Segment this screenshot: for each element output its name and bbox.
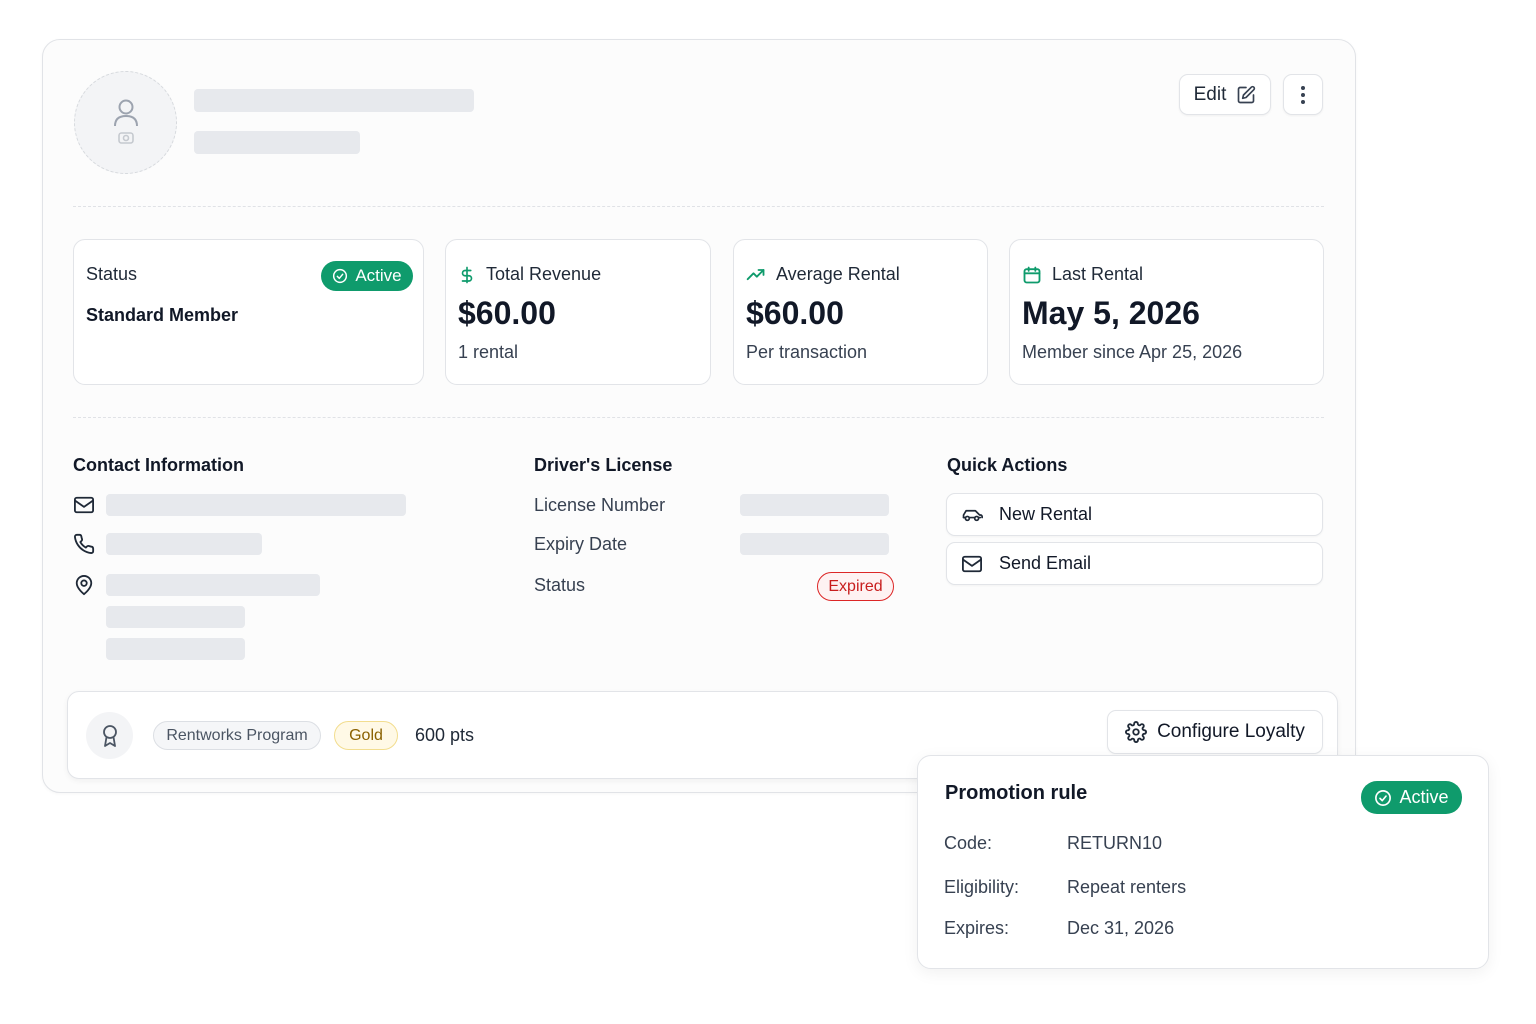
car-icon (962, 509, 983, 521)
name-skeleton (194, 89, 474, 112)
more-vertical-icon (1301, 85, 1305, 104)
phone-icon (74, 533, 95, 554)
send-email-label: Send Email (999, 553, 1092, 573)
quick-actions-title: Quick Actions (947, 455, 1068, 475)
license-number-skeleton (740, 494, 889, 516)
drivers-license-title: Driver's License (534, 455, 673, 475)
average-rental-value: $60.00 (746, 295, 844, 331)
loyalty-program-tag: Rentworks Program (153, 721, 321, 750)
promotion-expires-label: Expires: (944, 918, 1010, 938)
license-number-label: License Number (534, 495, 666, 515)
address-skeleton-line-2 (106, 606, 245, 628)
check-circle-icon (333, 268, 348, 284)
gear-icon (1125, 721, 1148, 743)
map-pin-icon (75, 575, 93, 596)
promotion-eligibility-label: Eligibility: (944, 877, 1020, 897)
expired-badge: Expired (817, 572, 894, 601)
edit-icon (1238, 85, 1256, 103)
configure-loyalty-button[interactable]: Configure Loyalty (1107, 710, 1323, 754)
total-revenue-sub: 1 rental (458, 342, 519, 362)
last-rental-label: Last Rental (1052, 264, 1144, 284)
expiry-date-label: Expiry Date (534, 534, 628, 554)
contact-information-title: Contact Information (73, 455, 244, 475)
expiry-date-skeleton (740, 533, 889, 555)
phone-skeleton (106, 533, 262, 555)
average-rental-sub: Per transaction (746, 342, 868, 362)
new-rental-button[interactable]: New Rental (946, 493, 1323, 536)
loyalty-points: 600 pts (415, 725, 475, 745)
check-circle-icon (1375, 789, 1392, 806)
divider (73, 206, 1324, 207)
status-card-label: Status (86, 264, 138, 284)
address-skeleton-line-3 (106, 638, 245, 660)
membership-type: Standard Member (86, 305, 239, 325)
promotion-eligibility-value: Repeat renters (1067, 877, 1187, 897)
member-since: Member since Apr 25, 2026 (1022, 342, 1243, 362)
award-icon (102, 724, 117, 747)
mail-icon (962, 555, 982, 572)
calendar-icon (1023, 266, 1041, 283)
total-revenue-value: $60.00 (458, 295, 556, 331)
last-rental-value: May 5, 2026 (1022, 295, 1200, 331)
email-skeleton (106, 494, 406, 516)
new-rental-label: New Rental (999, 504, 1093, 524)
divider (73, 417, 1324, 418)
configure-loyalty-label: Configure Loyalty (1157, 721, 1305, 742)
user-icon (113, 99, 138, 144)
edit-button-label: Edit (1193, 83, 1227, 105)
award-badge (86, 712, 133, 759)
status-card: Status Active Standard Member (73, 239, 424, 385)
mail-icon (74, 496, 94, 514)
more-options-button[interactable] (1283, 74, 1323, 115)
edit-button[interactable]: Edit (1179, 74, 1271, 115)
total-revenue-label: Total Revenue (486, 264, 602, 284)
subtitle-skeleton (194, 131, 360, 154)
average-rental-card: Average Rental $60.00 Per transaction (733, 239, 988, 385)
promotion-expires-value: Dec 31, 2026 (1067, 918, 1175, 938)
dollar-icon (461, 266, 473, 283)
address-skeleton-line-1 (106, 574, 320, 596)
trending-up-icon (746, 268, 765, 280)
average-rental-label: Average Rental (776, 264, 900, 284)
promotion-rule-title: Promotion rule (945, 782, 1088, 804)
avatar-placeholder[interactable] (74, 71, 177, 174)
promotion-code-label: Code: (944, 833, 993, 853)
status-active-badge: Active (321, 261, 413, 291)
promotion-code-value: RETURN10 (1067, 833, 1163, 853)
camera-icon (117, 131, 134, 144)
loyalty-tier-tag: Gold (334, 721, 398, 750)
total-revenue-card: Total Revenue $60.00 1 rental (445, 239, 711, 385)
promotion-active-badge: Active (1361, 781, 1462, 814)
last-rental-card: Last Rental May 5, 2026 Member since Apr… (1009, 239, 1324, 385)
send-email-button[interactable]: Send Email (946, 542, 1323, 585)
license-status-label: Status (534, 575, 586, 595)
